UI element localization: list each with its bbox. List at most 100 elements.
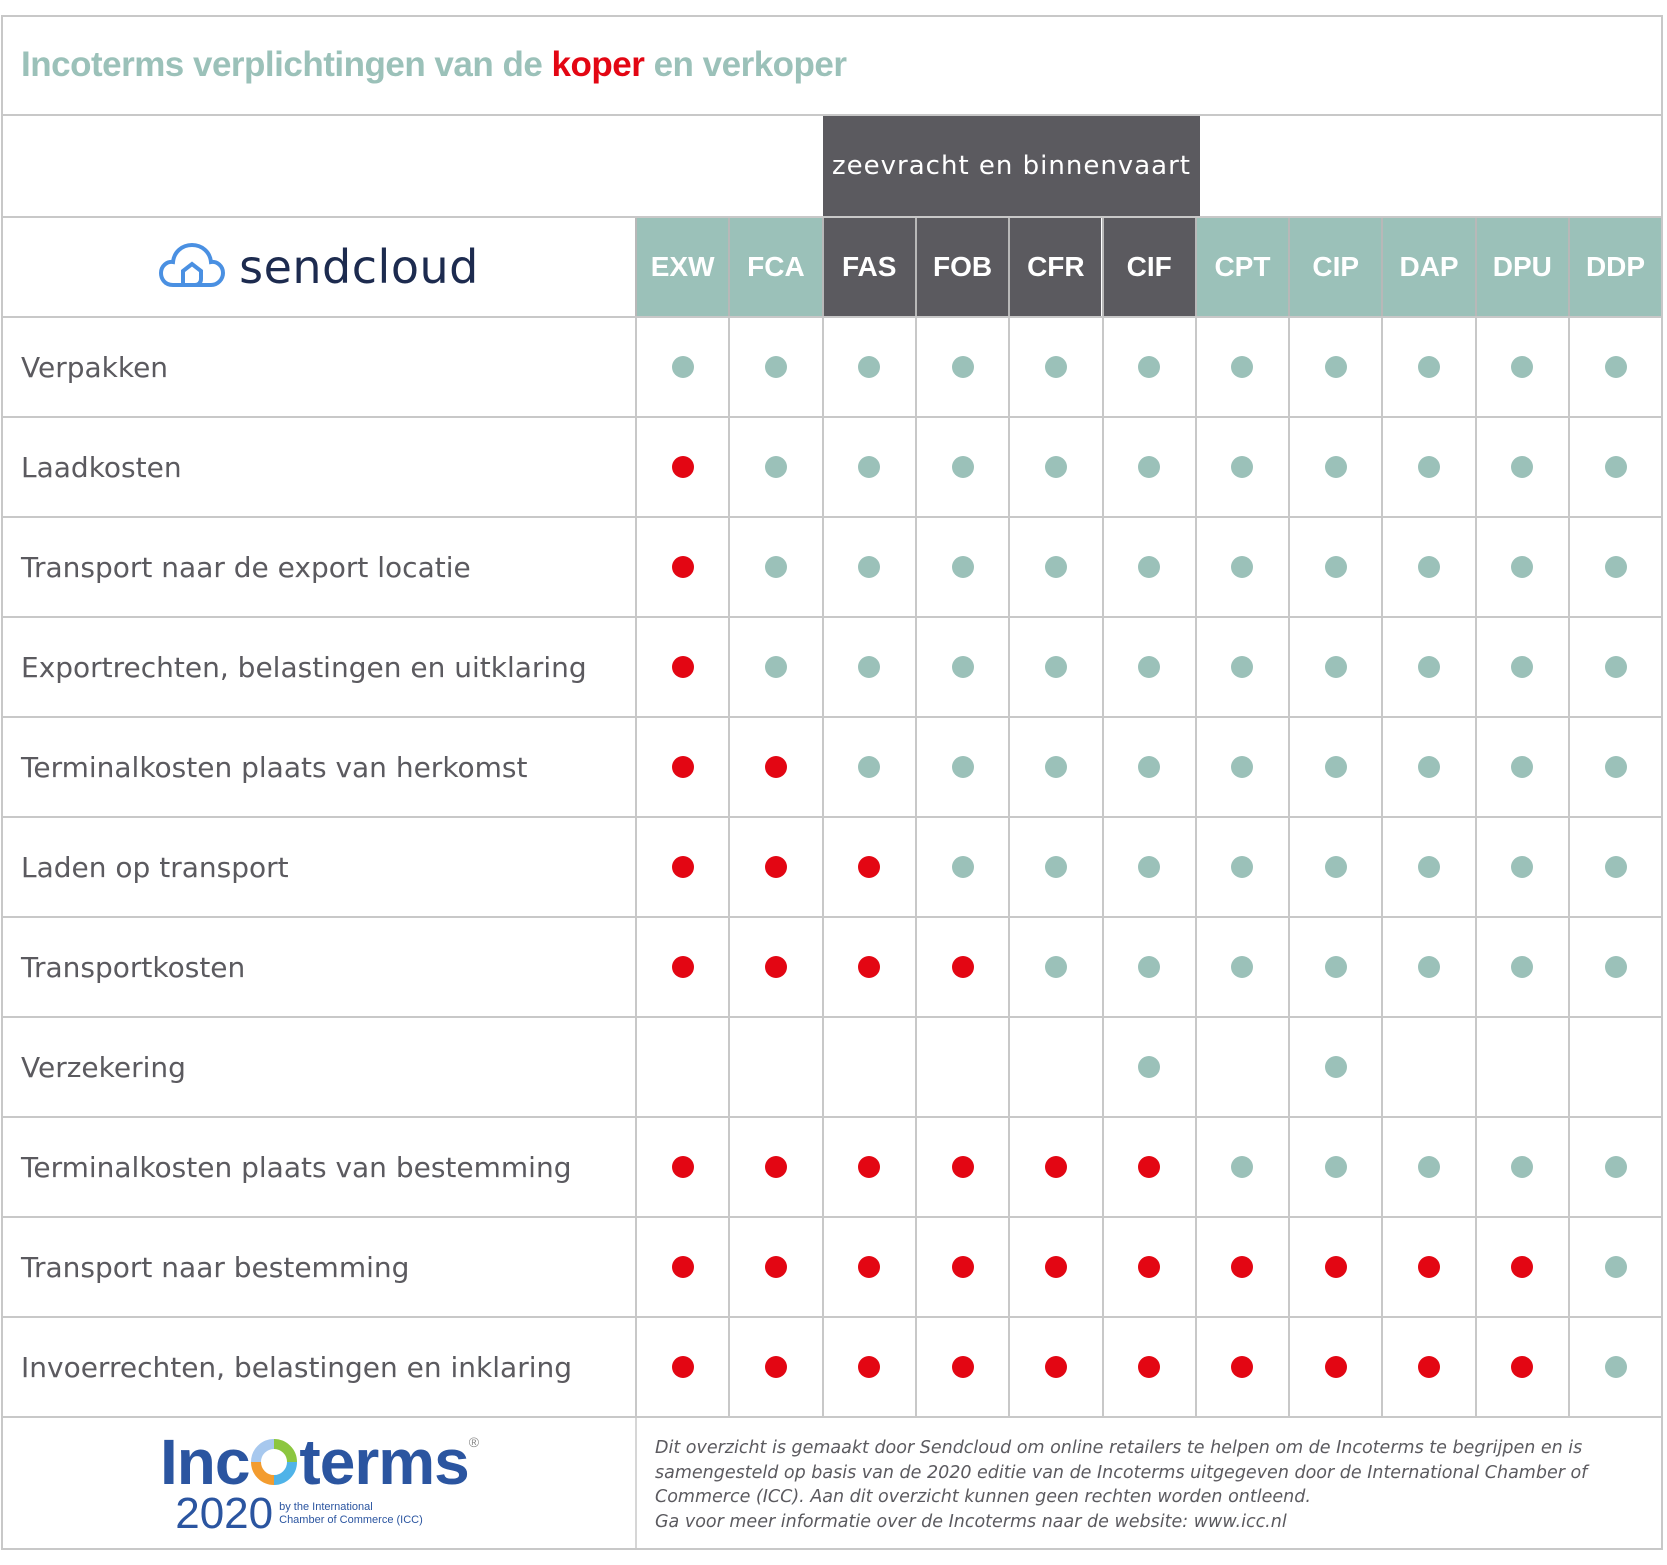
cell-cpt bbox=[1194, 818, 1288, 916]
seller-dot bbox=[1231, 456, 1254, 478]
table-row: Transportkosten bbox=[3, 918, 1661, 1018]
buyer-dot bbox=[951, 1156, 974, 1178]
seller-dot bbox=[1324, 656, 1347, 678]
seller-dot bbox=[1604, 356, 1627, 378]
cell-fca bbox=[728, 918, 821, 1016]
buyer-dot bbox=[671, 1156, 694, 1178]
cloud-icon bbox=[159, 241, 226, 293]
incoterms-wordmark: Inc terms ® bbox=[159, 1426, 479, 1498]
seller-dot bbox=[1044, 356, 1067, 378]
buyer-dot bbox=[1418, 1356, 1441, 1378]
column-header-cpt: CPT bbox=[1194, 218, 1289, 316]
buyer-dot bbox=[1418, 1256, 1441, 1278]
cell-cpt bbox=[1194, 418, 1288, 516]
cell-cif bbox=[1101, 518, 1195, 616]
column-header-ddp: DDP bbox=[1568, 218, 1661, 316]
footer: Inc terms ® 2020 by the International Ch… bbox=[3, 1418, 1661, 1548]
cell-ddp bbox=[1568, 718, 1661, 816]
seller-dot bbox=[1231, 1156, 1254, 1178]
note-line: Ga voor meer informatie over de Incoterm… bbox=[655, 1511, 1287, 1532]
cell-exw bbox=[635, 1118, 728, 1216]
seller-dot bbox=[1604, 956, 1627, 978]
cell-exw bbox=[635, 318, 728, 416]
buyer-dot bbox=[1138, 1356, 1161, 1378]
cell-cfr bbox=[1008, 918, 1101, 1016]
seller-dot bbox=[1138, 356, 1161, 378]
seller-dot bbox=[1604, 556, 1627, 578]
cell-cif bbox=[1101, 418, 1195, 516]
sendcloud-logo: sendcloud bbox=[3, 218, 635, 316]
logo-byline: by the International Chamber of Commerce… bbox=[279, 1501, 423, 1527]
table-row: Laadkosten bbox=[3, 418, 1661, 518]
title-row: Incoterms verplichtingen van de koper en… bbox=[3, 17, 1661, 116]
seller-dot bbox=[1231, 656, 1254, 678]
cell-cfr bbox=[1008, 418, 1101, 516]
cell-fca bbox=[728, 518, 821, 616]
buyer-dot bbox=[764, 1256, 787, 1278]
buyer-dot bbox=[951, 1356, 974, 1378]
cell-dpu bbox=[1474, 1018, 1568, 1116]
row-label: Transport naar bestemming bbox=[21, 1250, 410, 1284]
cell-cif bbox=[1101, 1318, 1195, 1416]
cell-dap bbox=[1381, 318, 1474, 416]
cell-cfr bbox=[1008, 1318, 1101, 1416]
column-header-dap: DAP bbox=[1381, 218, 1475, 316]
cell-cip bbox=[1288, 618, 1381, 716]
cell-dap bbox=[1381, 718, 1474, 816]
cell-exw bbox=[635, 618, 728, 716]
seller-dot bbox=[764, 656, 787, 678]
cell-fas bbox=[821, 1218, 915, 1316]
cell-ddp bbox=[1568, 1218, 1661, 1316]
cell-fas bbox=[821, 1018, 915, 1116]
cell-fob bbox=[914, 718, 1008, 816]
column-header-cip: CIP bbox=[1288, 218, 1382, 316]
seller-dot bbox=[1138, 956, 1161, 978]
column-header-dpu: DPU bbox=[1474, 218, 1568, 316]
cell-cfr bbox=[1008, 1118, 1101, 1216]
buyer-dot bbox=[1044, 1156, 1067, 1178]
cell-ddp bbox=[1568, 318, 1661, 416]
cell-exw bbox=[635, 918, 728, 1016]
cell-cpt bbox=[1194, 318, 1288, 416]
cell-exw bbox=[635, 718, 728, 816]
cell-dpu bbox=[1474, 1318, 1568, 1416]
cell-dap bbox=[1381, 918, 1474, 1016]
cell-cfr bbox=[1008, 818, 1101, 916]
cell-fob bbox=[914, 1118, 1008, 1216]
cell-dpu bbox=[1474, 1118, 1568, 1216]
cell-dpu bbox=[1474, 418, 1568, 516]
obligation-rows: Verpakken Laadkosten Transport naar de exp… bbox=[3, 318, 1661, 1418]
buyer-dot bbox=[1231, 1256, 1254, 1278]
cell-dap bbox=[1381, 518, 1474, 616]
cell-fas bbox=[821, 1118, 915, 1216]
table-row: Exportrechten, belastingen en uitklaring bbox=[3, 618, 1661, 718]
cell-ddp bbox=[1568, 818, 1661, 916]
cell-fas bbox=[821, 618, 915, 716]
seller-dot bbox=[1604, 656, 1627, 678]
row-label: Transport naar de export locatie bbox=[21, 550, 471, 584]
seller-dot bbox=[1418, 456, 1441, 478]
cell-dpu bbox=[1474, 1218, 1568, 1316]
row-label: Terminalkosten plaats van herkomst bbox=[21, 750, 528, 784]
seller-dot bbox=[1231, 856, 1254, 878]
cell-cif bbox=[1101, 718, 1195, 816]
buyer-dot bbox=[764, 956, 787, 978]
buyer-dot bbox=[671, 1356, 694, 1378]
cell-fas bbox=[821, 1318, 915, 1416]
cell-fob bbox=[914, 318, 1008, 416]
cell-exw bbox=[635, 1018, 728, 1116]
row-label: Exportrechten, belastingen en uitklaring bbox=[21, 650, 587, 684]
cell-exw bbox=[635, 818, 728, 916]
cell-fob bbox=[914, 618, 1008, 716]
row-label: Verpakken bbox=[21, 350, 169, 384]
seller-dot bbox=[1511, 856, 1534, 878]
cell-cip bbox=[1288, 1218, 1381, 1316]
cell-dap bbox=[1381, 418, 1474, 516]
wordmark-left: Inc bbox=[159, 1426, 250, 1498]
buyer-dot bbox=[671, 856, 694, 878]
buyer-dot bbox=[764, 1156, 787, 1178]
buyer-dot bbox=[1044, 1356, 1067, 1378]
cell-fca bbox=[728, 618, 821, 716]
buyer-dot bbox=[671, 456, 694, 478]
cell-cif bbox=[1101, 818, 1195, 916]
